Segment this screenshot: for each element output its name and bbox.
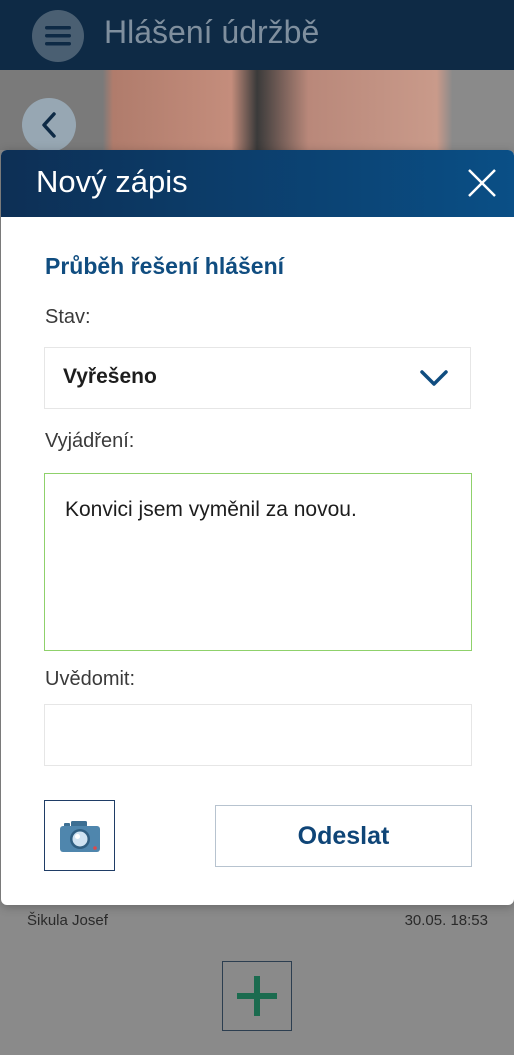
entry-timestamp: 30.05. 18:53 bbox=[404, 912, 488, 929]
menu-button[interactable] bbox=[32, 10, 84, 62]
add-entry-button[interactable] bbox=[222, 961, 292, 1031]
entry-author: Šikula Josef bbox=[27, 912, 108, 929]
camera-icon bbox=[59, 820, 100, 852]
dialog-title: Nový zápis bbox=[36, 164, 188, 199]
notify-label: Uvědomit: bbox=[45, 668, 136, 690]
notify-input[interactable] bbox=[44, 704, 472, 766]
plus-icon bbox=[237, 976, 277, 1016]
comment-label: Vyjádření: bbox=[45, 430, 135, 452]
close-button[interactable] bbox=[466, 167, 498, 199]
app-header: Hlášení údržbě bbox=[0, 0, 514, 70]
status-select[interactable]: Vyřešeno bbox=[44, 347, 471, 409]
new-entry-dialog: Nový zápis Průběh řešení hlášení Stav: V… bbox=[1, 150, 514, 905]
chevron-down-icon bbox=[420, 370, 448, 386]
status-label: Stav: bbox=[45, 306, 91, 328]
report-photo bbox=[0, 70, 514, 150]
dialog-header: Nový zápis bbox=[1, 150, 514, 217]
close-icon bbox=[468, 169, 496, 197]
send-button[interactable]: Odeslat bbox=[215, 805, 472, 867]
back-button[interactable] bbox=[22, 98, 76, 152]
status-select-value: Vyřešeno bbox=[63, 365, 157, 388]
comment-textarea[interactable]: Konvici jsem vyměnil za novou. bbox=[44, 473, 472, 651]
attach-photo-button[interactable] bbox=[44, 800, 115, 871]
app-title: Hlášení údržbě bbox=[104, 14, 320, 50]
chevron-left-icon bbox=[42, 112, 56, 138]
section-title: Průběh řešení hlášení bbox=[45, 253, 285, 279]
hamburger-menu-icon bbox=[45, 26, 71, 46]
